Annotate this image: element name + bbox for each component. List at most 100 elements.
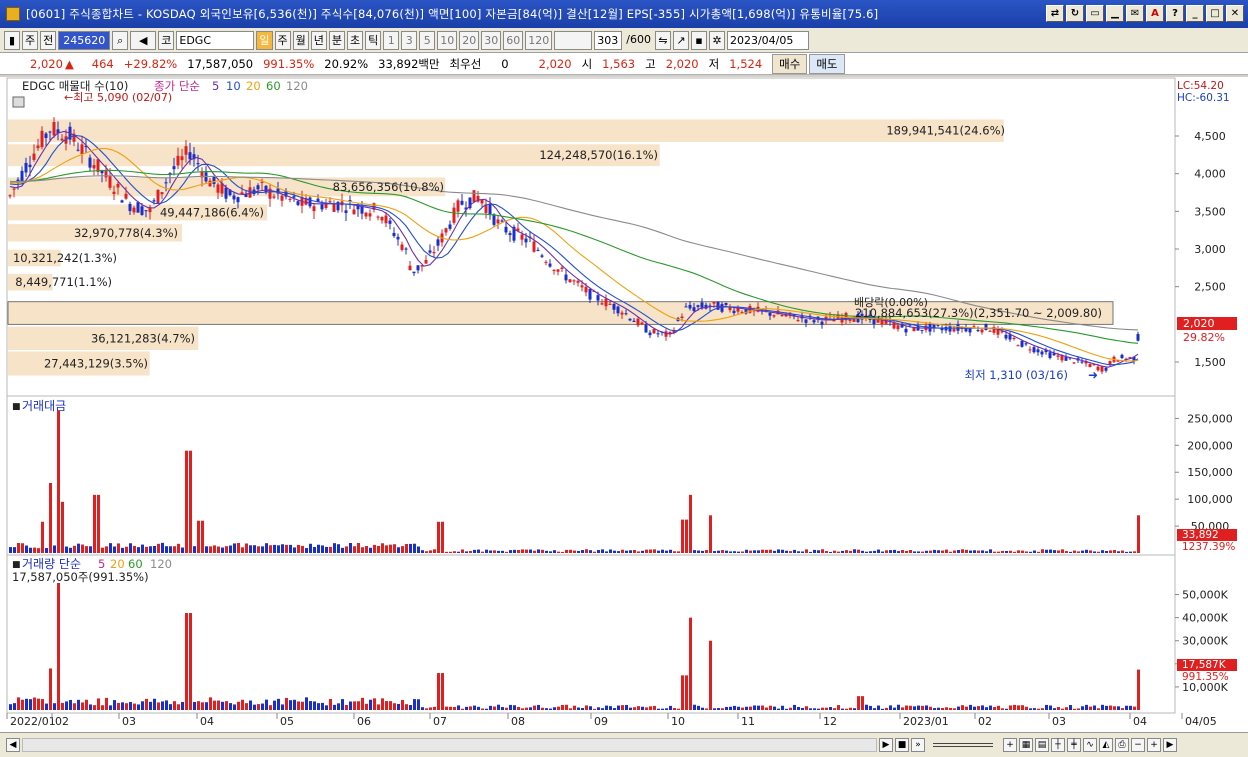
amount-bar [989, 549, 992, 553]
type-select[interactable]: 주 [22, 30, 39, 50]
candle-icon[interactable]: ┼ [1051, 738, 1065, 752]
candle-body [1036, 349, 1040, 353]
period-minute[interactable]: 분 [328, 30, 345, 50]
mail-icon[interactable]: ✉ [1126, 5, 1144, 22]
volume-bar [925, 705, 928, 710]
period-second[interactable]: 초 [347, 30, 364, 50]
volume-legend-ma-period: 120 [150, 557, 172, 571]
minute-dropdown[interactable] [554, 30, 593, 50]
horizontal-scrollbar[interactable] [22, 738, 877, 752]
symbol-input[interactable]: EDGC [176, 30, 255, 50]
amount-bar [1133, 551, 1136, 553]
x-tick-label: 03 [1052, 715, 1066, 728]
period-month[interactable]: 월 [292, 30, 309, 50]
volume-bar [705, 708, 708, 710]
grid-icon[interactable]: ▤ [1035, 738, 1049, 752]
code-input[interactable]: 245620 [58, 30, 111, 50]
zoom-in-icon[interactable]: + [1147, 738, 1161, 752]
sell-button[interactable]: 매도 [809, 53, 845, 74]
font-icon[interactable]: A [1146, 5, 1164, 22]
gear-icon[interactable]: ✲ [708, 30, 725, 50]
amount-bar [873, 550, 876, 553]
amount-bar [589, 550, 592, 553]
date-input[interactable]: 2023/04/05 [726, 30, 809, 50]
amount-bar [965, 549, 968, 553]
fast-forward-icon[interactable]: » [911, 738, 925, 752]
minute-120[interactable]: 120 [525, 30, 553, 50]
speaker-icon[interactable]: ◀ [130, 30, 157, 50]
volume-bar [821, 707, 824, 710]
zoom-slider[interactable] [933, 743, 993, 747]
volume-bar [1025, 706, 1028, 710]
low-annotation: 최저 1,310 (03/16) [964, 368, 1068, 382]
minute-10[interactable]: 10 [437, 30, 458, 50]
stock-icon[interactable]: ▮ [4, 30, 20, 50]
help-icon[interactable]: ? [1166, 5, 1184, 22]
amount-bar [429, 550, 432, 553]
amount-bar [521, 549, 524, 553]
maximize-button[interactable]: □ [1206, 5, 1224, 22]
minimize-button[interactable]: _ [1186, 5, 1204, 22]
scroll-left-icon[interactable]: ◀ [6, 738, 20, 752]
minute-1[interactable]: 1 [383, 30, 400, 50]
amount-bar [969, 550, 972, 553]
stock-chart[interactable]: 4,500 4,000 3,500 3,000 2,500 1,500 189,941,54… [0, 77, 1248, 732]
link-icon[interactable]: ⇄ [1046, 5, 1064, 22]
minimize-tray-icon[interactable]: ▁ [1106, 5, 1124, 22]
stop-icon[interactable]: ■ [895, 738, 909, 752]
amount-bar [305, 548, 308, 553]
amount-tick-label: 150,000 [1187, 466, 1233, 479]
minute-30[interactable]: 30 [481, 30, 502, 50]
period-tick[interactable]: 틱 [365, 30, 382, 50]
volume-bar [501, 707, 504, 710]
volume-profile-label: 8,449,771(1.1%) [15, 275, 112, 289]
minute-3[interactable]: 3 [401, 30, 418, 50]
close-button[interactable]: ✕ [1226, 5, 1244, 22]
period-week[interactable]: 주 [274, 30, 291, 50]
candle-body [536, 249, 540, 251]
amount-bar [769, 549, 772, 553]
volume-bar [709, 640, 712, 710]
volume-bar [521, 708, 524, 710]
play-icon[interactable]: ▶ [879, 738, 893, 752]
candle-body [804, 319, 808, 323]
period-day[interactable]: 일 [256, 30, 273, 50]
layout-icon[interactable]: ▦ [1019, 738, 1033, 752]
candle-body [620, 312, 624, 315]
bar-icon[interactable]: ╪ [1067, 738, 1081, 752]
amount-bar [89, 546, 92, 553]
volume-bar [801, 707, 804, 710]
scroll-right-icon[interactable]: ▶ [1163, 738, 1177, 752]
grid-toggle-icon [12, 96, 25, 108]
line-icon[interactable]: ∿ [1083, 738, 1097, 752]
save-icon[interactable]: ▪ [690, 30, 707, 50]
window-icon[interactable]: ▭ [1086, 5, 1104, 22]
amount-bar [77, 543, 80, 553]
volume-bar [229, 703, 232, 710]
count-input[interactable]: 303 [594, 30, 623, 50]
mountain-icon[interactable]: ◭ [1099, 738, 1113, 752]
period-year[interactable]: 년 [310, 30, 327, 50]
search-icon[interactable]: ⌕ [112, 30, 129, 50]
amount-bar [933, 549, 936, 553]
all-button[interactable]: 전 [40, 30, 57, 50]
minute-5[interactable]: 5 [419, 30, 436, 50]
refresh-icon[interactable]: ↻ [1066, 5, 1084, 22]
buy-button[interactable]: 매수 [772, 53, 808, 74]
volume-bar [141, 701, 144, 710]
candle-body [944, 326, 948, 331]
volume-bar [781, 705, 784, 710]
minute-60[interactable]: 60 [503, 30, 524, 50]
amount-bar [345, 546, 348, 553]
zoom-out-icon[interactable]: − [1131, 738, 1145, 752]
candle-body [312, 206, 316, 212]
chart-tool-icon[interactable]: ⇋ [654, 30, 671, 50]
amount-bar [461, 549, 464, 553]
minute-20[interactable]: 20 [459, 30, 480, 50]
trend-icon[interactable]: ↗ [672, 30, 689, 50]
candle-body [416, 265, 420, 271]
amount-bar [517, 549, 520, 553]
volume-bar [653, 705, 656, 710]
print-icon[interactable]: ⎙ [1115, 738, 1129, 752]
crosshair-icon[interactable]: + [1003, 738, 1017, 752]
